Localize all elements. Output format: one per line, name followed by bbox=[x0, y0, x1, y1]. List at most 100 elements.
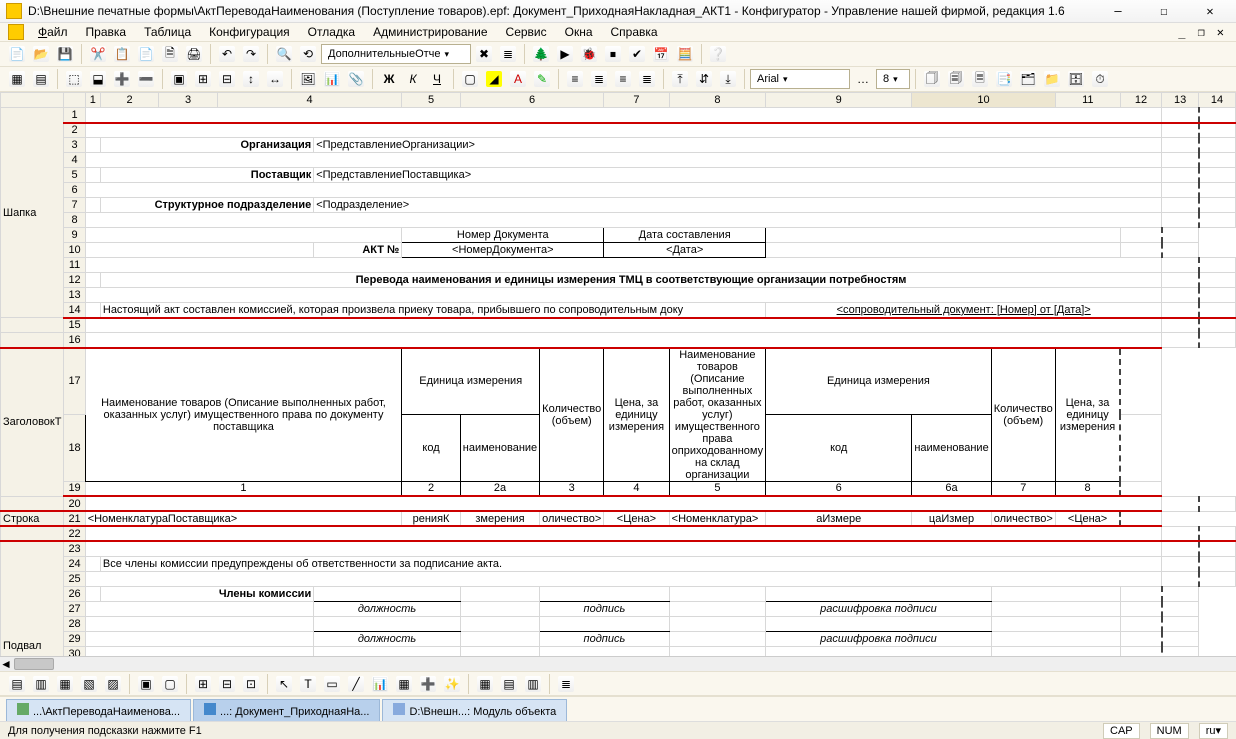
row-header[interactable]: 30 bbox=[64, 646, 85, 656]
status-lang[interactable]: ru ▾ bbox=[1199, 723, 1228, 739]
mdi-minimize-button[interactable]: _ bbox=[1174, 25, 1189, 39]
split-icon[interactable]: ⬓ bbox=[87, 68, 109, 90]
close-button[interactable]: ✕ bbox=[1190, 1, 1230, 21]
stop-icon[interactable]: ⏹ bbox=[602, 43, 624, 65]
grid-icon[interactable]: ▤ bbox=[30, 68, 52, 90]
group-icon[interactable]: ⊞ bbox=[192, 68, 214, 90]
row-header[interactable]: 8 bbox=[64, 213, 85, 228]
panel-1-icon[interactable]: ▤ bbox=[6, 673, 28, 695]
menu-edit[interactable]: Правка bbox=[78, 23, 135, 41]
extra7-icon[interactable]: 🗄 bbox=[1065, 68, 1087, 90]
row-header[interactable]: 18 bbox=[64, 414, 85, 481]
syntax-icon[interactable]: ✔ bbox=[626, 43, 648, 65]
row-header[interactable]: 3 bbox=[64, 138, 85, 153]
panel-7-icon[interactable]: ▢ bbox=[159, 673, 181, 695]
minimize-button[interactable]: — bbox=[1098, 1, 1138, 21]
calc-icon[interactable]: 🧮 bbox=[674, 43, 696, 65]
extra2-icon[interactable]: 🗐 bbox=[945, 68, 967, 90]
row-header[interactable]: 22 bbox=[64, 526, 85, 541]
row-header[interactable]: 29 bbox=[64, 631, 85, 646]
cell-nom2[interactable]: <Номенклатура> bbox=[669, 511, 765, 526]
preface-link[interactable]: <сопроводительный документ: [Номер] от [… bbox=[766, 303, 1162, 318]
extra1-icon[interactable]: 🗍 bbox=[921, 68, 943, 90]
font-size-combo[interactable]: 8▾ bbox=[876, 69, 910, 89]
row-header[interactable]: 2 bbox=[64, 123, 85, 138]
align-center-icon[interactable]: ≣ bbox=[588, 68, 610, 90]
menu-help[interactable]: Справка bbox=[603, 23, 666, 41]
cut-icon[interactable]: ✂️ bbox=[87, 43, 109, 65]
valign-mid-icon[interactable]: ⇵ bbox=[693, 68, 715, 90]
delete-row-icon[interactable]: ➖ bbox=[135, 68, 157, 90]
row-header[interactable]: 7 bbox=[64, 198, 85, 213]
menu-config[interactable]: Конфигурация bbox=[201, 23, 298, 41]
insert-icon[interactable]: ➕ bbox=[417, 673, 439, 695]
menu-file[interactable]: Файл bbox=[30, 23, 76, 41]
colwidth-icon[interactable]: ↔ bbox=[264, 68, 286, 90]
mdi-restore-button[interactable]: ❐ bbox=[1194, 25, 1209, 39]
row-header[interactable]: 25 bbox=[64, 571, 85, 586]
col-header[interactable]: 12 bbox=[1120, 93, 1161, 108]
copy-icon[interactable]: 📋 bbox=[111, 43, 133, 65]
rowheight-icon[interactable]: ↕ bbox=[240, 68, 262, 90]
panel-6-icon[interactable]: ▣ bbox=[135, 673, 157, 695]
extra6-icon[interactable]: 📁 bbox=[1041, 68, 1063, 90]
debugrun-icon[interactable]: 🐞 bbox=[578, 43, 600, 65]
row-header[interactable]: 16 bbox=[64, 333, 85, 348]
valign-top-icon[interactable]: ⤒ bbox=[669, 68, 691, 90]
font-color-icon[interactable]: A bbox=[507, 68, 529, 90]
calendar-icon[interactable]: 📅 bbox=[650, 43, 672, 65]
clear-icon[interactable]: ✖ bbox=[473, 43, 495, 65]
row-header[interactable]: 24 bbox=[64, 556, 85, 571]
value-date[interactable]: <Дата> bbox=[604, 243, 766, 258]
row-header[interactable]: 15 bbox=[64, 318, 85, 333]
open-icon[interactable]: 📂 bbox=[30, 43, 52, 65]
col-header[interactable]: 9 bbox=[766, 93, 912, 108]
highlight-icon[interactable]: ✎ bbox=[531, 68, 553, 90]
align-right-icon[interactable]: ≡ bbox=[612, 68, 634, 90]
row-header[interactable]: 27 bbox=[64, 601, 85, 616]
tree-icon[interactable]: 🌲 bbox=[530, 43, 552, 65]
row-header[interactable]: 13 bbox=[64, 288, 85, 303]
print-icon[interactable]: 🖨 bbox=[183, 43, 205, 65]
horizontal-scrollbar[interactable]: ◄ bbox=[0, 656, 1236, 671]
menu-admin[interactable]: Администрирование bbox=[365, 23, 495, 41]
align-left-icon[interactable]: ≡ bbox=[564, 68, 586, 90]
value-org[interactable]: <ПредставлениеОрганизации> bbox=[314, 138, 1162, 153]
cell-u1[interactable]: ренияК bbox=[402, 511, 460, 526]
cell-qty2[interactable]: оличество> bbox=[991, 511, 1055, 526]
menu-debug[interactable]: Отладка bbox=[300, 23, 363, 41]
row-header[interactable]: 19 bbox=[64, 481, 85, 496]
barchart-icon[interactable]: 📊 bbox=[369, 673, 391, 695]
quick-combo[interactable]: ДополнительныеОтче▾ bbox=[321, 44, 471, 64]
redo-icon[interactable]: ↷ bbox=[240, 43, 262, 65]
row-header[interactable]: 23 bbox=[64, 541, 85, 556]
menu-windows[interactable]: Окна bbox=[557, 23, 601, 41]
align-justify-icon[interactable]: ≣ bbox=[636, 68, 658, 90]
tab-2[interactable]: ...: Документ_ПриходнаяНа... bbox=[193, 699, 380, 721]
object-icon[interactable]: 📎 bbox=[345, 68, 367, 90]
pointer-icon[interactable]: ↖ bbox=[273, 673, 295, 695]
tab-3[interactable]: D:\Внешн...: Модуль объекта bbox=[382, 699, 567, 721]
chart-icon[interactable]: 📊 bbox=[321, 68, 343, 90]
row-header[interactable]: 10 bbox=[64, 243, 85, 258]
value-supplier[interactable]: <ПредставлениеПоставщика> bbox=[314, 168, 1162, 183]
picture-icon[interactable]: 🖼 bbox=[297, 68, 319, 90]
row-header[interactable]: 11 bbox=[64, 258, 85, 273]
value-docnum[interactable]: <НомерДокумента> bbox=[402, 243, 604, 258]
extra3-icon[interactable]: 🗏 bbox=[969, 68, 991, 90]
find-icon[interactable]: 🔍 bbox=[273, 43, 295, 65]
col-header[interactable]: 13 bbox=[1162, 93, 1199, 108]
row-header[interactable]: 6 bbox=[64, 183, 85, 198]
row-header[interactable]: 20 bbox=[64, 496, 85, 511]
italic-icon[interactable]: К bbox=[402, 68, 424, 90]
panel-5-icon[interactable]: ▨ bbox=[102, 673, 124, 695]
row-header[interactable]: 26 bbox=[64, 586, 85, 601]
extra8-icon[interactable]: ⏱ bbox=[1089, 68, 1111, 90]
cell-u3[interactable]: аИзмере bbox=[766, 511, 912, 526]
col-header[interactable]: 3 bbox=[159, 93, 217, 108]
cell-u4[interactable]: цаИзмер bbox=[912, 511, 991, 526]
extra5-icon[interactable]: 🗂 bbox=[1017, 68, 1039, 90]
font-name-combo[interactable]: Arial▾ bbox=[750, 69, 850, 89]
cell-price2[interactable]: <Цена> bbox=[1055, 511, 1120, 526]
valign-bot-icon[interactable]: ⤓ bbox=[717, 68, 739, 90]
